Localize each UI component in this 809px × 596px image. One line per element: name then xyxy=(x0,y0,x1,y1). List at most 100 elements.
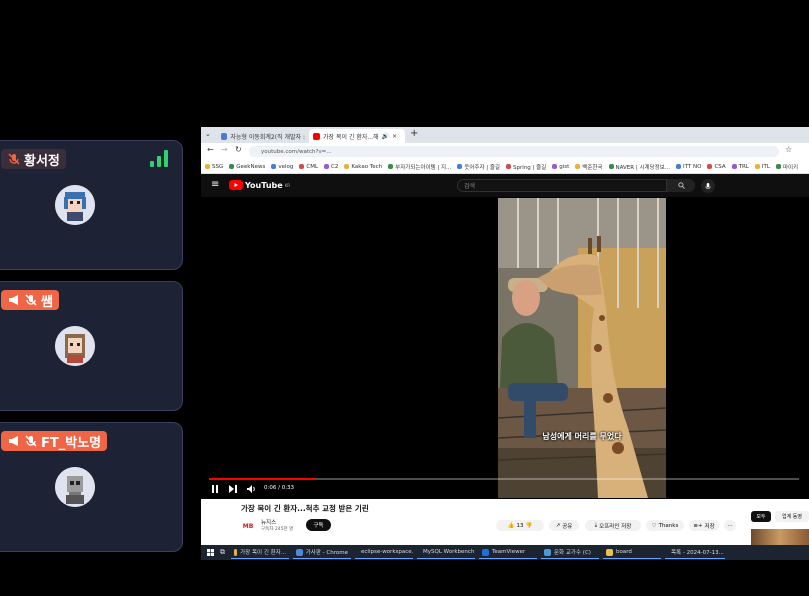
video-progress-track[interactable] xyxy=(209,478,799,480)
volume-icon[interactable] xyxy=(247,485,256,493)
bookmark-favicon-icon xyxy=(731,164,737,169)
participant-name-tag: 쌤 xyxy=(1,290,59,310)
bookmark-label: ITT NO xyxy=(683,163,702,170)
bookmark-item[interactable]: velog xyxy=(271,164,293,170)
thanks-button[interactable]: ♡ Thanks xyxy=(646,520,684,531)
tab-1[interactable]: 자능형 이동회계2(직 개발자 : xyxy=(217,129,309,143)
youtube-favicon-icon xyxy=(313,132,320,140)
save-icon: ≡+ xyxy=(693,522,703,529)
more-button[interactable]: ··· xyxy=(724,520,736,531)
participant-card-1[interactable]: 황서정 xyxy=(0,140,183,270)
bookmark-favicon-icon xyxy=(205,164,210,169)
new-tab-button[interactable]: + xyxy=(410,128,418,139)
tab-2-active[interactable]: 가장 목이 긴 환자...해 🔊 × xyxy=(309,129,405,143)
youtube-header: ≡ YouTube KR 검색 xyxy=(201,175,809,197)
taskbar-item[interactable]: MySQL Workbench xyxy=(417,547,475,559)
pause-icon[interactable] xyxy=(211,485,219,493)
youtube-play-logo-icon xyxy=(229,180,243,190)
thumbs-up-icon: 👍 xyxy=(507,522,515,529)
subscriber-count: 구독자 245천 명 xyxy=(261,527,294,532)
mic-muted-icon xyxy=(8,153,20,165)
doc-favicon-icon xyxy=(221,132,228,140)
share-button[interactable]: ↗ 공유 xyxy=(549,520,579,531)
app-icon xyxy=(544,548,551,556)
save-button[interactable]: ≡+ 저장 xyxy=(689,520,719,531)
bookmark-favicon-icon xyxy=(388,164,394,169)
megaphone-icon xyxy=(9,295,18,305)
taskbar-item-label: TeamViewer xyxy=(492,549,526,555)
mic-icon xyxy=(705,182,711,189)
bookmark-label: C2 xyxy=(331,163,339,170)
chip-other[interactable]: 업계 동영 xyxy=(775,511,809,522)
avatar xyxy=(55,185,95,225)
bookmark-item[interactable]: SSG xyxy=(205,164,223,170)
app-icon xyxy=(296,548,303,556)
bookmark-star-icon[interactable]: ☆ xyxy=(785,145,792,154)
bookmark-label: 마이키 xyxy=(782,164,799,171)
bookmark-item[interactable]: TRL xyxy=(731,164,749,170)
bookmark-item[interactable]: Kakao Tech xyxy=(344,164,382,170)
taskbar-item[interactable]: 가사판 - Chrome xyxy=(293,547,351,559)
bookmark-item[interactable]: GeekNews xyxy=(229,164,265,170)
bookmark-item[interactable]: 마이키 xyxy=(775,163,799,171)
bookmarks-bar: SSG GeekNews velog CML C2 Kakao Tech 부자가되는아이템 … xyxy=(201,160,809,174)
url-text: youtube.com/watch?v=... xyxy=(261,148,332,155)
taskbar-item[interactable]: 목록 - 2024-07-13... xyxy=(665,547,725,559)
signal-strength-icon xyxy=(150,150,168,167)
tab-2-label: 가장 목이 긴 환자...해 xyxy=(323,133,379,141)
thanks-icon: ♡ xyxy=(651,522,657,529)
bookmark-label: SSG xyxy=(212,163,224,170)
search-input[interactable]: 검색 xyxy=(457,179,667,192)
channel-logo[interactable]: MB xyxy=(241,519,255,533)
forward-icon[interactable]: → xyxy=(221,145,228,154)
participant-name-tag: FT_박노명 xyxy=(1,431,108,451)
bookmark-item[interactable]: 부자가되는아이템 | 지... xyxy=(388,163,451,171)
bookmark-label: velog xyxy=(278,163,294,170)
video-title: 가장 목이 긴 환자...척추 교정 받은 기린 xyxy=(241,504,369,513)
tab-search-icon[interactable]: ⌄ xyxy=(205,130,211,138)
bookmark-item[interactable]: ITL xyxy=(754,164,770,170)
task-view-icon[interactable]: ⧉ xyxy=(220,548,225,557)
youtube-logo[interactable]: YouTube KR xyxy=(229,180,290,190)
bookmark-label: CML xyxy=(306,163,319,170)
reload-icon[interactable]: ↻ xyxy=(235,145,242,154)
avatar xyxy=(55,467,95,507)
taskbar-item[interactable]: 문화 교가수 (C) xyxy=(541,547,599,559)
bookmark-label: 웃어주자 | 즐길 xyxy=(464,164,500,171)
bookmark-item[interactable]: CML xyxy=(299,164,318,170)
next-icon[interactable] xyxy=(229,485,237,493)
bookmark-item[interactable]: CSA xyxy=(707,164,726,170)
bookmark-item[interactable]: 웃어주자 | 즐길 xyxy=(457,163,500,171)
video-player[interactable]: 남성에게 머리를 무었다 0:06 / 0:33 xyxy=(201,197,809,499)
bookmark-item[interactable]: ITT NO xyxy=(676,164,701,170)
close-tab-icon[interactable]: × xyxy=(392,133,397,140)
bookmark-item[interactable]: gist xyxy=(552,164,569,170)
participant-card-2[interactable]: 쌤 xyxy=(0,281,183,411)
subscribe-button[interactable]: 구독 xyxy=(306,519,331,531)
bookmark-favicon-icon xyxy=(775,164,781,169)
menu-icon[interactable]: ≡ xyxy=(211,179,219,190)
windows-start-icon[interactable] xyxy=(207,549,214,556)
search-button[interactable] xyxy=(667,179,695,192)
channel-name[interactable]: 뉴지스 xyxy=(261,518,276,526)
participant-card-3[interactable]: FT_박노명 xyxy=(0,422,183,552)
taskbar-item[interactable]: board xyxy=(603,547,661,559)
chip-all[interactable]: 모두 xyxy=(751,511,771,522)
taskbar-item[interactable]: TeamViewer xyxy=(479,547,537,559)
voice-search-button[interactable] xyxy=(701,179,715,193)
bookmark-item[interactable]: 백준한국 xyxy=(575,163,603,171)
download-button[interactable]: ⤓ 오프라인 저장 xyxy=(585,520,641,531)
like-button[interactable]: 👍 13 👎 xyxy=(496,520,544,531)
taskbar-item[interactable]: 가장 목이 긴 환자... xyxy=(231,547,289,559)
recommended-thumbnail[interactable] xyxy=(751,529,809,545)
taskbar-item[interactable]: eclipse-workspace... xyxy=(355,547,413,559)
bookmark-favicon-icon xyxy=(552,164,558,169)
back-icon[interactable]: ← xyxy=(207,145,214,154)
url-field[interactable]: youtube.com/watch?v=... xyxy=(249,146,779,157)
bookmark-label: Spring | 즐길 xyxy=(513,164,547,171)
bookmark-item[interactable]: C2 xyxy=(324,164,338,170)
bookmark-item[interactable]: Spring | 즐길 xyxy=(506,163,546,171)
bookmark-favicon-icon xyxy=(754,164,760,169)
video-time: 0:06 / 0:33 xyxy=(264,485,295,491)
bookmark-item[interactable]: NAVER | 시계당정보... xyxy=(608,163,670,171)
